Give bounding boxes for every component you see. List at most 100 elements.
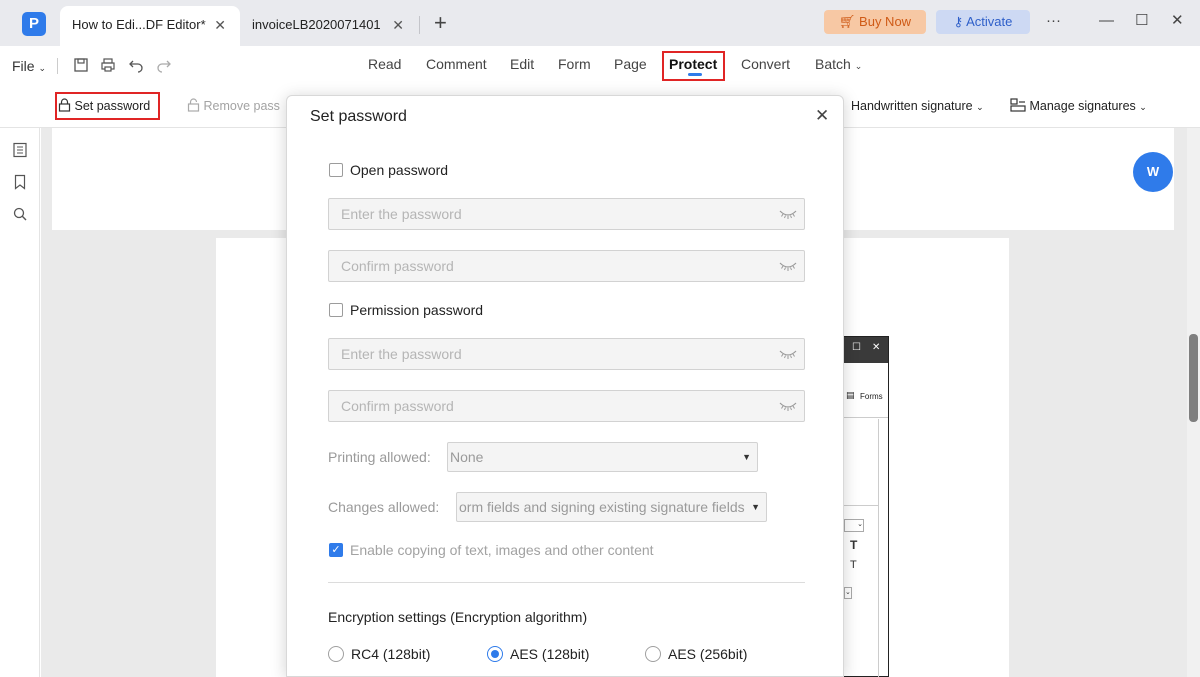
buy-now-label: Buy Now [859,14,912,29]
chevron-down-icon: ⌄ [1139,102,1147,112]
menu-read[interactable]: Read [368,56,401,72]
key-icon: ⚷ [953,14,964,29]
text-format-icon: T [850,559,857,571]
permission-password-confirm-input[interactable] [329,391,769,421]
tab-close-icon[interactable]: ✕ [392,6,404,44]
close-icon: ✕ [872,342,881,353]
convert-to-word-button[interactable]: W [1133,152,1173,192]
document-icon: ▤ [846,390,855,400]
maximize-icon[interactable]: ☐ [1135,10,1148,32]
set-password-button[interactable]: Set password [58,94,150,118]
permission-password-label: Permission password [350,302,484,318]
radio-rc4-128-label: RC4 (128bit) [351,646,431,662]
buy-now-button[interactable]: 🛒︎ Buy Now [824,10,926,34]
encryption-settings-title: Encryption settings (Encryption algorith… [328,609,588,625]
menu-form[interactable]: Form [558,56,591,72]
search-icon[interactable] [12,206,28,222]
more-options-icon[interactable]: ··· [1046,10,1061,32]
printing-allowed-select[interactable]: None ▼ [447,442,758,472]
left-sidebar [0,128,40,677]
radio-aes-256[interactable] [645,646,661,662]
open-password-confirm-input[interactable] [329,251,769,281]
handwritten-signature-label: Handwritten signature [851,99,973,113]
cart-icon: 🛒︎ [838,14,856,29]
chevron-down-icon: ⌄ [854,61,863,71]
new-tab-plus-icon[interactable]: + [434,11,447,35]
menu-convert[interactable]: Convert [741,56,790,72]
open-password-label: Open password [350,162,449,178]
chevron-down-icon: ⌄ [976,102,984,112]
open-password-checkbox[interactable] [329,163,343,177]
menu-comment[interactable]: Comment [426,56,487,72]
radio-aes-128[interactable] [487,646,503,662]
forms-label: Forms [860,392,883,401]
tab-close-icon[interactable]: ✕ [214,6,226,44]
manage-signatures-button[interactable]: Manage signatures ⌄ [1010,94,1147,118]
changes-allowed-select[interactable]: orm fields and signing existing signatur… [456,492,767,522]
radio-aes-128-label: AES (128bit) [510,646,590,662]
print-icon[interactable] [100,57,116,73]
scrollbar-thumb[interactable] [1189,334,1198,422]
caret-down-icon: ▼ [742,452,751,462]
minimize-icon[interactable]: — [1099,10,1114,32]
remove-password-button[interactable]: Remove pass [187,94,280,118]
eye-hidden-icon[interactable] [779,260,797,272]
close-window-icon[interactable]: ✕ [1171,10,1184,32]
enable-copying-label: Enable copying of text, images and other… [350,542,654,558]
embedded-screenshot: ☐ ✕ ▤ Forms ⌄ T T ⌄ [843,336,889,677]
eye-hidden-icon[interactable] [779,348,797,360]
undo-icon[interactable] [128,57,144,73]
printing-allowed-value: None [450,449,484,465]
menu-batch[interactable]: Batch ⌄ [815,56,862,72]
embedded-dropdown: ⌄ [844,587,852,599]
close-icon[interactable]: ✕ [815,107,829,125]
eye-hidden-icon[interactable] [779,400,797,412]
tab-label: invoiceLB2020071401 [252,17,381,32]
file-menu-label: File [12,58,35,74]
manage-signatures-label: Manage signatures [1029,99,1136,113]
text-tool-icon: T [850,538,858,552]
handwritten-signature-button[interactable]: Handwritten signature ⌄ [851,94,984,118]
changes-allowed-value: orm fields and signing existing signatur… [459,499,745,515]
section-divider [328,582,805,583]
maximize-icon: ☐ [852,342,861,353]
embedded-divider [878,419,879,677]
remove-password-label: Remove pass [203,99,280,113]
save-icon[interactable] [73,57,89,73]
manage-signatures-icon [1010,98,1026,112]
lock-icon [58,98,71,112]
caret-down-icon: ▼ [751,502,760,512]
activate-label: Activate [966,14,1013,29]
open-password-input[interactable] [329,199,769,229]
activate-button[interactable]: ⚷ Activate [936,10,1030,34]
eye-hidden-icon[interactable] [779,208,797,220]
file-menu[interactable]: File ⌄ [12,58,46,74]
radio-aes-256-label: AES (256bit) [668,646,748,662]
permission-password-input[interactable] [329,339,769,369]
changes-allowed-label: Changes allowed: [328,499,440,515]
permission-password-checkbox[interactable] [329,303,343,317]
embedded-divider [844,417,888,418]
menu-bar: File ⌄ Read Comment Edit Form Page Prote… [0,46,1200,84]
menu-page[interactable]: Page [614,56,647,72]
printing-allowed-label: Printing allowed: [328,449,431,465]
set-password-dialog: Set password ✕ Open password Permission … [286,95,844,677]
redo-icon[interactable] [156,57,172,73]
title-bar: P How to Edi...DF Editor* ✕ invoiceLB202… [0,0,1200,46]
embedded-dropdown: ⌄ [844,519,864,532]
menu-edit[interactable]: Edit [510,56,534,72]
protect-highlight-box [662,51,725,81]
chevron-down-icon: ⌄ [38,63,46,73]
open-password-field [328,198,805,230]
bookmark-icon[interactable] [12,174,28,190]
open-password-confirm-field [328,250,805,282]
app-logo-icon: P [22,12,46,36]
tab-active-document[interactable]: How to Edi...DF Editor* ✕ [60,6,240,46]
tab-invoice-document[interactable]: invoiceLB2020071401 ✕ [240,6,418,46]
permission-password-confirm-field [328,390,805,422]
enable-copying-checkbox[interactable]: ✓ [329,543,343,557]
unlock-icon [187,98,200,112]
thumbnails-icon[interactable] [12,142,28,158]
set-password-label: Set password [74,99,151,113]
radio-rc4-128[interactable] [328,646,344,662]
